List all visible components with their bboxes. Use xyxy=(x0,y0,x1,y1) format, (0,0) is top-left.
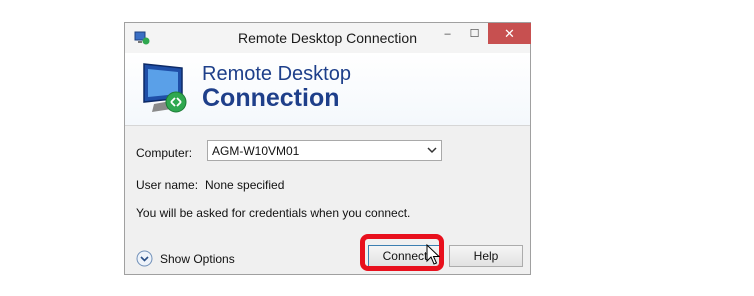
maximize-button[interactable]: ☐ xyxy=(461,23,488,44)
show-options-label: Show Options xyxy=(160,251,235,266)
user-name-value: None specified xyxy=(205,178,285,192)
credentials-note: You will be asked for credentials when y… xyxy=(136,206,411,220)
connection-form: Computer: AGM-W10VM01 User name: None sp… xyxy=(125,126,530,274)
chevron-down-icon[interactable] xyxy=(427,144,437,156)
help-button[interactable]: Help xyxy=(449,245,523,267)
computer-combobox[interactable]: AGM-W10VM01 xyxy=(207,140,442,161)
user-name-label: User name: xyxy=(136,178,199,192)
banner-title-line2: Connection xyxy=(202,84,340,112)
computer-label: Computer: xyxy=(136,146,193,160)
monitor-remote-icon xyxy=(143,63,187,113)
close-button[interactable]: ✕ xyxy=(488,23,531,44)
expand-down-icon[interactable] xyxy=(136,250,153,267)
computer-value: AGM-W10VM01 xyxy=(212,144,300,158)
banner-title-line1: Remote Desktop xyxy=(202,63,351,85)
mouse-pointer-icon xyxy=(426,244,440,265)
title-bar[interactable]: Remote Desktop Connection – ☐ ✕ xyxy=(125,23,531,53)
show-options-toggle[interactable]: Show Options xyxy=(136,250,235,267)
rdc-window: Remote Desktop Connection – ☐ ✕ Remote D… xyxy=(124,22,531,275)
header-banner: Remote Desktop Connection xyxy=(125,53,530,126)
minimize-button[interactable]: – xyxy=(434,23,461,44)
